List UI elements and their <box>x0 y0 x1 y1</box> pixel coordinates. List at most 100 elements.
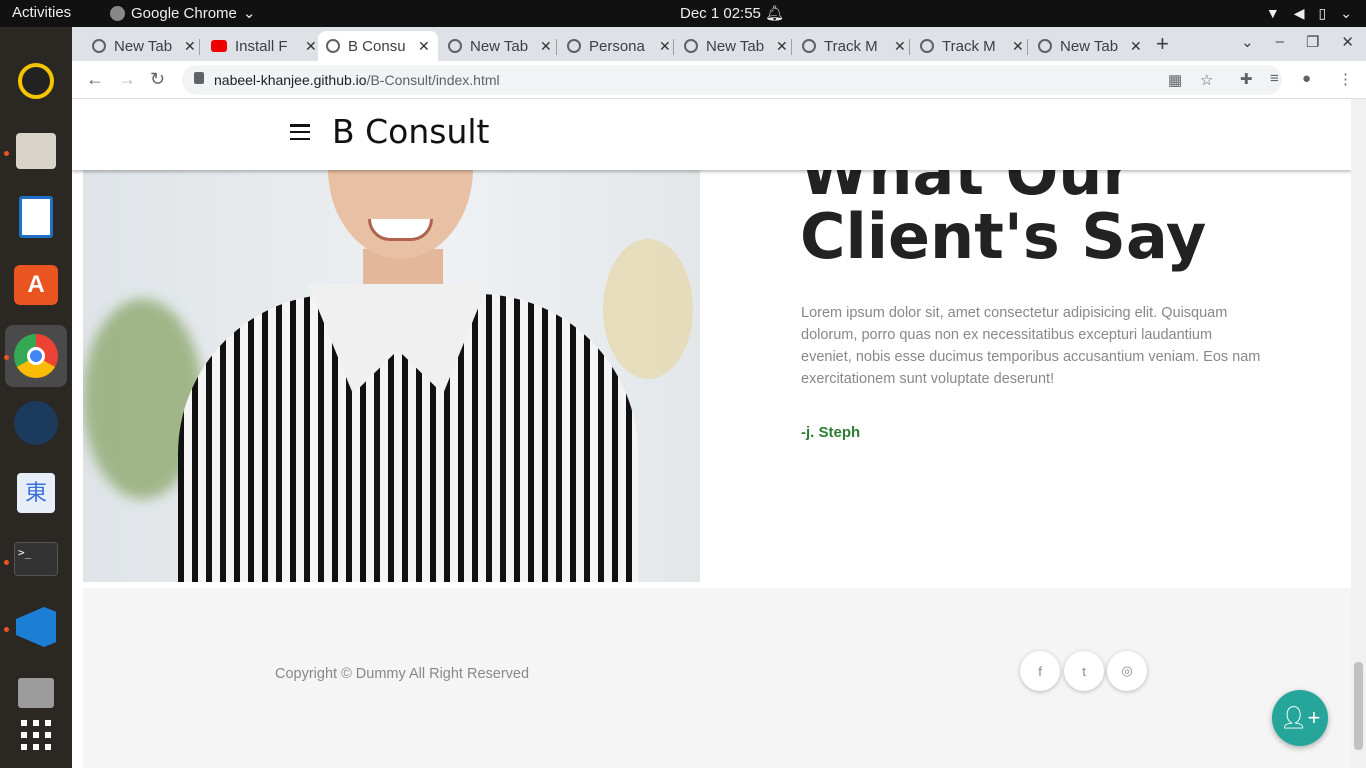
system-top-bar: Activities Google Chrome ⌄ Dec 1 02:55 🔔… <box>0 0 1366 27</box>
tab-separator <box>673 39 674 55</box>
tab-title: Persona <box>589 37 645 55</box>
wifi-icon: ▼ <box>1265 5 1280 21</box>
twitter-icon[interactable]: t <box>1064 651 1104 691</box>
youtube-icon <box>211 40 227 52</box>
apps-grid-icon[interactable] <box>12 711 60 759</box>
reload-icon[interactable]: ↻ <box>150 69 165 90</box>
files-icon[interactable] <box>12 127 60 175</box>
activities-button[interactable]: Activities <box>12 4 71 21</box>
site-brand[interactable]: B Consult <box>332 112 490 151</box>
system-tray[interactable]: ▼ ◀︎ ▯ ⌄ <box>1266 5 1352 22</box>
globe-icon <box>448 39 462 53</box>
address-bar[interactable]: nabeel-khanjee.github.io/B-Consult/index… <box>182 65 1282 95</box>
tab-title: New Tab <box>1060 37 1119 55</box>
close-icon[interactable]: ✕ <box>776 38 788 55</box>
close-icon[interactable]: ✕ <box>1130 38 1142 55</box>
globe-icon <box>326 39 340 53</box>
client-photo <box>83 99 700 582</box>
tab[interactable]: New Tab ✕ <box>84 31 204 61</box>
tab-separator <box>909 39 910 55</box>
globe-icon <box>92 39 106 53</box>
forward-icon[interactable]: → <box>118 69 136 90</box>
tab-title: Track M <box>942 37 996 55</box>
rhythmbox-icon[interactable] <box>12 57 60 105</box>
back-icon[interactable]: ← <box>86 69 104 90</box>
add-user-fab[interactable]: 👤︎+ <box>1272 690 1328 746</box>
archive-icon[interactable] <box>12 669 60 717</box>
new-tab-button[interactable]: + <box>1156 31 1169 57</box>
app-menu[interactable]: Google Chrome ⌄ <box>110 4 255 22</box>
tab[interactable]: New Tab ✕ <box>440 31 560 61</box>
terminal-icon[interactable]: >_ <box>12 535 60 583</box>
close-icon[interactable]: ✕ <box>659 38 671 55</box>
close-icon[interactable]: ✕ <box>1012 38 1024 55</box>
url-text[interactable]: nabeel-khanjee.github.io/B-Consult/index… <box>214 72 500 88</box>
qr-code-icon[interactable]: ▦ <box>1168 71 1182 89</box>
clock-text: Dec 1 02:55 <box>680 5 761 22</box>
tab[interactable]: New Tab ✕ <box>676 31 796 61</box>
site-header: B Consult <box>72 99 1351 170</box>
tab-separator <box>1027 39 1028 55</box>
copyright-text: Copyright © Dummy All Right Reserved <box>275 666 530 682</box>
globe-icon <box>1038 39 1052 53</box>
tab[interactable]: Persona ✕ <box>559 31 679 61</box>
tab[interactable]: New Tab ✕ <box>1030 31 1150 61</box>
tab-separator <box>199 39 200 55</box>
hamburger-menu-icon[interactable] <box>290 124 310 140</box>
globe-icon <box>567 39 581 53</box>
close-icon[interactable]: ✕ <box>305 38 317 55</box>
tab-title: New Tab <box>470 37 529 55</box>
maximize-icon[interactable]: ❐ <box>1306 33 1319 51</box>
media-controls-icon[interactable]: ≡ <box>1270 70 1279 87</box>
tab[interactable]: Track M ✕ <box>912 31 1032 61</box>
facebook-icon[interactable]: f <box>1020 651 1060 691</box>
testimonial-quote: Lorem ipsum dolor sit, amet consectetur … <box>801 305 1261 387</box>
close-icon[interactable]: ✕ <box>894 38 906 55</box>
tab-title: New Tab <box>706 37 765 55</box>
page-scrollbar[interactable] <box>1351 99 1366 768</box>
clock[interactable]: Dec 1 02:55 🔔︎ <box>680 4 784 22</box>
close-icon[interactable]: ✕ <box>540 38 552 55</box>
tab-separator <box>556 39 557 55</box>
site-footer: Copyright © Dummy All Right Reserved f t… <box>83 588 1351 768</box>
add-user-icon: 👤︎+ <box>1279 705 1321 730</box>
running-indicator <box>4 151 9 156</box>
alarm-icon: 🔔︎ <box>765 5 785 22</box>
running-indicator <box>4 560 9 565</box>
url-path: /B-Consult/index.html <box>366 72 500 88</box>
power-menu-icon: ⌄ <box>1340 5 1352 21</box>
chrome-icon[interactable] <box>5 325 67 387</box>
input-method-icon[interactable]: 東 <box>12 469 60 517</box>
tab[interactable]: Track M ✕ <box>794 31 914 61</box>
url-host: nabeel-khanjee.github.io <box>214 72 367 88</box>
vscode-icon[interactable] <box>12 603 60 651</box>
chair-blur <box>603 239 693 379</box>
scrollbar-thumb[interactable] <box>1354 662 1363 750</box>
tab-search-icon[interactable]: ⌄ <box>1241 33 1254 51</box>
tab-title: New Tab <box>114 37 173 55</box>
instagram-icon[interactable]: ◎ <box>1107 651 1147 691</box>
extensions-icon[interactable]: ✚ <box>1240 70 1253 88</box>
bookmark-star-icon[interactable]: ☆ <box>1200 71 1213 89</box>
close-icon[interactable]: ✕ <box>418 38 430 55</box>
globe-icon <box>802 39 816 53</box>
software-icon[interactable]: A <box>12 261 60 309</box>
more-menu-icon[interactable]: ⋮ <box>1338 70 1353 88</box>
close-window-icon[interactable]: ✕ <box>1341 33 1354 51</box>
section-title-main: Client's Say <box>800 200 1207 273</box>
chevron-down-icon: ⌄ <box>242 5 256 22</box>
tab-title: B Consu <box>348 37 406 55</box>
tab-strip: New Tab ✕ Install F ✕ B Consu ✕ New Tab … <box>72 27 1366 61</box>
close-icon[interactable]: ✕ <box>184 38 196 55</box>
writer-icon[interactable] <box>12 193 60 241</box>
tab-active[interactable]: B Consu ✕ <box>318 31 438 61</box>
minimize-icon[interactable]: – <box>1276 33 1284 51</box>
window-controls: ⌄ – ❐ ✕ <box>1241 33 1354 51</box>
tab[interactable]: Install F ✕ <box>203 31 325 61</box>
steam-icon[interactable] <box>12 399 60 447</box>
profile-avatar-icon[interactable]: ● <box>1302 70 1311 87</box>
battery-icon: ▯ <box>1318 5 1327 21</box>
tab-title: Install F <box>235 37 288 55</box>
globe-icon <box>684 39 698 53</box>
lock-icon <box>194 72 204 84</box>
